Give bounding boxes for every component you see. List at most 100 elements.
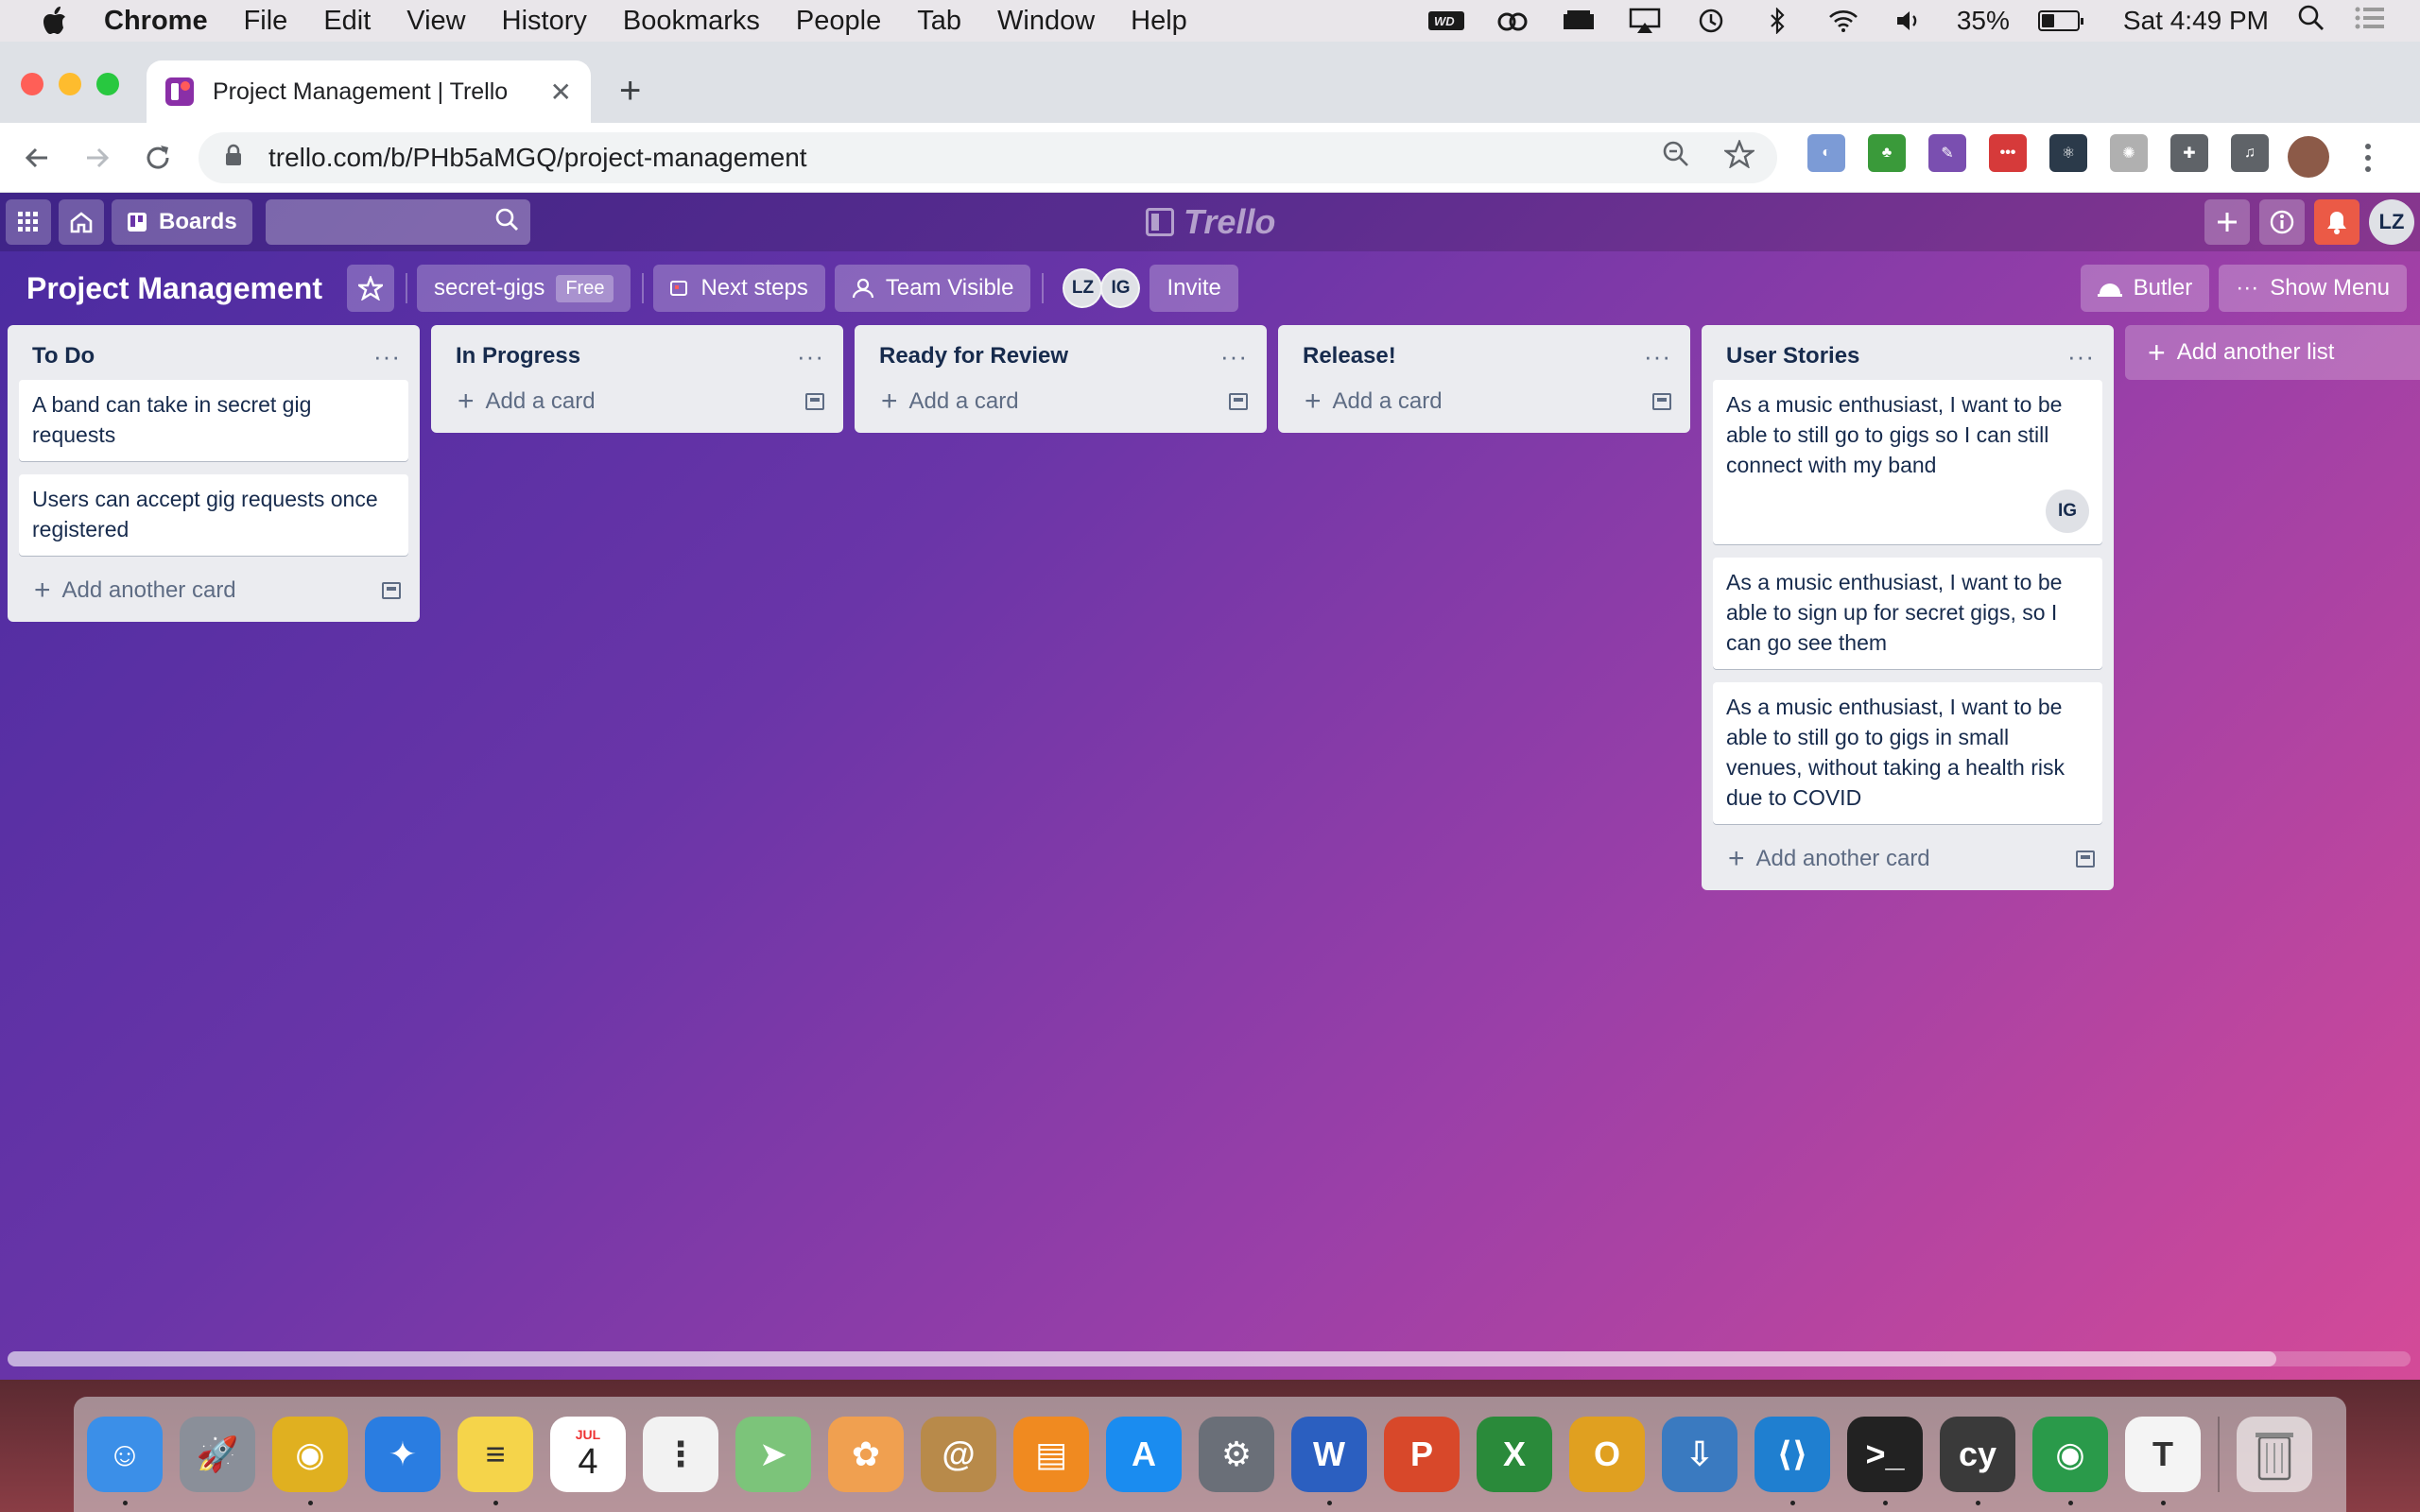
typora-icon[interactable]: T (2125, 1417, 2201, 1505)
puzzle-icon[interactable]: ✚ (2170, 134, 2208, 172)
word-icon[interactable]: W (1291, 1417, 1367, 1505)
menu-file[interactable]: File (244, 6, 288, 37)
react-devtools-icon[interactable]: ⚛ (2049, 134, 2087, 172)
menu-app-name[interactable]: Chrome (104, 6, 208, 37)
menu-window[interactable]: Window (997, 6, 1095, 37)
profile-avatar[interactable] (2288, 136, 2329, 178)
trello-logo[interactable]: Trello (1146, 202, 1275, 242)
maps-icon[interactable]: ➤ (735, 1417, 811, 1492)
card[interactable]: Users can accept gig requests once regis… (19, 474, 408, 556)
photos-icon[interactable]: ✿ (828, 1417, 904, 1492)
list-menu-icon[interactable]: ··· (1220, 342, 1248, 371)
creative-cloud-icon[interactable] (1494, 7, 1531, 35)
cypress-icon[interactable]: cy (1940, 1417, 2015, 1505)
battery-icon[interactable] (2037, 10, 2083, 31)
notification-center-icon[interactable] (2354, 6, 2386, 37)
bookmark-star-icon[interactable] (1722, 138, 1756, 176)
card-member-avatar[interactable]: IG (2046, 490, 2089, 533)
list-title[interactable]: In Progress (456, 343, 580, 369)
chrome-2-icon[interactable]: ◉ (2032, 1417, 2108, 1505)
chrome-menu-icon[interactable] (2363, 142, 2373, 179)
menu-help[interactable]: Help (1131, 6, 1187, 37)
list-menu-icon[interactable]: ··· (373, 342, 401, 371)
minimize-window-button[interactable] (59, 73, 81, 95)
address-bar[interactable]: trello.com/b/PHb5aMGQ/project-management (199, 132, 1777, 183)
new-tab-icon[interactable]: + (619, 70, 641, 112)
add-card-button[interactable]: + Add a card (866, 380, 1255, 423)
user-avatar[interactable]: LZ (2369, 199, 2414, 245)
zoom-icon[interactable] (1662, 140, 1690, 176)
menu-people[interactable]: People (796, 6, 881, 37)
media-icon[interactable]: ♫ (2231, 134, 2269, 172)
safari-icon[interactable]: ✦ (365, 1417, 441, 1492)
ext-blue-icon[interactable]: ◐ (1807, 134, 1845, 172)
url-text[interactable]: trello.com/b/PHb5aMGQ/project-management (268, 143, 807, 173)
list-user-stories[interactable]: User Stories ··· As a music enthusiast, … (1702, 325, 2114, 890)
card[interactable]: As a music enthusiast, I want to be able… (1713, 682, 2102, 824)
add-card-button[interactable]: + Add a card (442, 380, 832, 423)
bartender-icon[interactable] (1560, 7, 1598, 35)
apple-menu-icon[interactable] (34, 7, 76, 35)
card[interactable]: As a music enthusiast, I want to be able… (1713, 380, 2102, 544)
reload-icon[interactable] (136, 136, 180, 180)
list-menu-icon[interactable]: ··· (797, 342, 824, 371)
list-title[interactable]: Ready for Review (879, 343, 1068, 369)
close-window-button[interactable] (21, 73, 43, 95)
butler-button[interactable]: Butler (2080, 265, 2210, 312)
menu-tab[interactable]: Tab (917, 6, 961, 37)
chrome-icon[interactable]: ◉ (272, 1417, 348, 1505)
list-title[interactable]: Release! (1303, 343, 1396, 369)
trash-icon[interactable] (2237, 1417, 2312, 1492)
create-icon[interactable] (2204, 199, 2250, 245)
reminders-icon[interactable]: ⋮ (643, 1417, 718, 1492)
scrollbar-thumb[interactable] (8, 1351, 2276, 1366)
team-button[interactable]: secret-gigs Free (416, 265, 631, 312)
ext-purple-icon[interactable]: ✎ (1928, 134, 1966, 172)
powerpoint-icon[interactable]: P (1384, 1417, 1460, 1492)
list-menu-icon[interactable]: ··· (1644, 342, 1671, 371)
app-store-icon[interactable]: A (1106, 1417, 1182, 1492)
lock-icon[interactable] (225, 143, 253, 173)
board-horizontal-scrollbar[interactable] (8, 1351, 2411, 1366)
card[interactable]: As a music enthusiast, I want to be able… (1713, 558, 2102, 669)
notes-icon[interactable]: ≡ (458, 1417, 533, 1505)
show-menu-button[interactable]: ··· Show Menu (2219, 265, 2407, 312)
menu-clock[interactable]: Sat 4:49 PM (2123, 6, 2269, 36)
star-board-icon[interactable] (346, 265, 394, 312)
list-ready-for-review[interactable]: Ready for Review ··· + Add a card (855, 325, 1267, 433)
terminal-icon[interactable]: >_ (1847, 1417, 1923, 1505)
list-menu-icon[interactable]: ··· (2067, 342, 2095, 371)
back-icon[interactable] (15, 136, 59, 180)
airplay-icon[interactable] (1626, 7, 1664, 35)
vscode-icon[interactable]: ⟨⟩ (1754, 1417, 1830, 1505)
member-avatar[interactable]: IG (1100, 268, 1141, 308)
menu-bookmarks[interactable]: Bookmarks (623, 6, 760, 37)
list-release[interactable]: Release! ··· + Add a card (1278, 325, 1690, 433)
system-preferences-icon[interactable]: ⚙ (1199, 1417, 1274, 1492)
boards-button[interactable]: Boards (112, 199, 252, 245)
home-icon[interactable] (59, 199, 104, 245)
ext-gray-icon[interactable]: ✺ (2110, 134, 2148, 172)
card[interactable]: A band can take in secret gig requests (19, 380, 408, 461)
wd-icon[interactable]: WD (1427, 7, 1465, 35)
visibility-button[interactable]: Team Visible (834, 265, 1031, 312)
list-in-progress[interactable]: In Progress ··· + Add a card (431, 325, 843, 433)
card-template-icon[interactable] (382, 582, 401, 599)
menu-edit[interactable]: Edit (323, 6, 371, 37)
books-icon[interactable]: ▤ (1013, 1417, 1089, 1492)
volume-icon[interactable] (1891, 7, 1928, 35)
html-tree-icon[interactable]: ♣ (1868, 134, 1906, 172)
member-avatar[interactable]: LZ (1063, 268, 1103, 308)
menu-history[interactable]: History (502, 6, 587, 37)
card-template-icon[interactable] (1229, 393, 1248, 410)
card-template-icon[interactable] (2076, 850, 2095, 868)
contacts-icon[interactable]: @ (921, 1417, 996, 1492)
invite-button[interactable]: Invite (1150, 265, 1238, 312)
zoom-window-button[interactable] (96, 73, 119, 95)
board-title[interactable]: Project Management (26, 271, 322, 306)
downloader-icon[interactable]: ⇩ (1662, 1417, 1737, 1492)
bluetooth-icon[interactable] (1758, 7, 1796, 35)
notifications-bell-icon[interactable] (2314, 199, 2360, 245)
calendar-icon[interactable]: JUL 4 (550, 1417, 626, 1492)
trello-search-input[interactable] (265, 199, 530, 245)
